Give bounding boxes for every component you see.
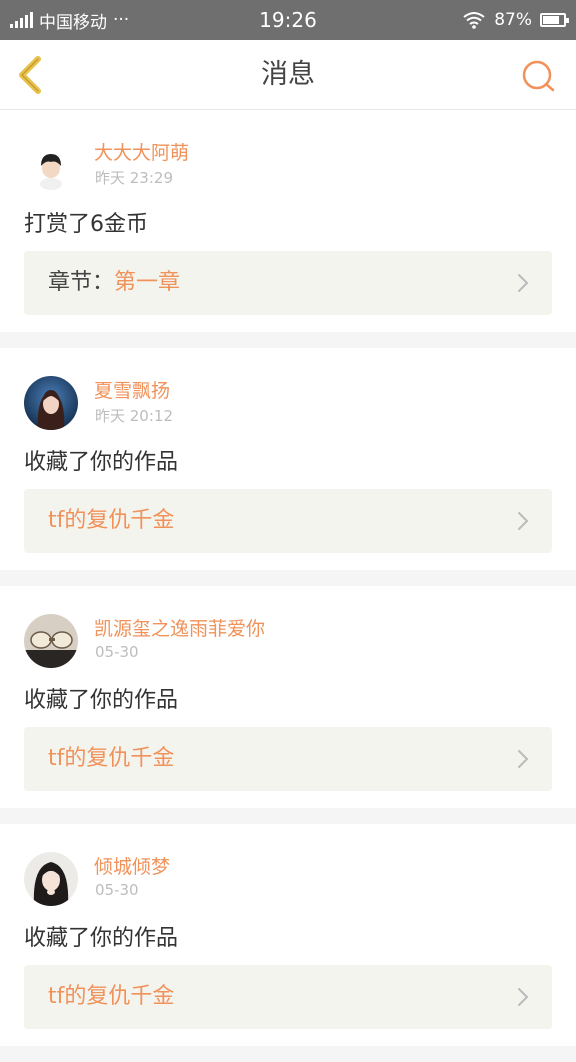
avatar[interactable] — [24, 614, 78, 668]
message-action: 收藏了你的作品 — [24, 450, 179, 475]
work-link[interactable]: tf的复仇千金 — [24, 965, 552, 1029]
message-time: 05-30 — [95, 881, 139, 899]
detail-text: 章节：第一章 — [48, 251, 180, 315]
message-time: 05-30 — [95, 643, 139, 661]
avatar[interactable] — [24, 376, 78, 430]
detail-text: tf的复仇千金 — [48, 727, 174, 791]
chevron-right-icon — [518, 988, 529, 1006]
detail-text: tf的复仇千金 — [48, 965, 174, 1029]
detail-link: tf的复仇千金 — [48, 508, 175, 533]
detail-link: tf的复仇千金 — [48, 984, 175, 1009]
username[interactable]: 凯源玺之逸雨菲爱你 — [94, 614, 265, 641]
message-action: 收藏了你的作品 — [24, 688, 179, 713]
message-time: 昨天 20:12 — [95, 407, 173, 425]
detail-text: tf的复仇千金 — [48, 489, 174, 553]
message-action: 收藏了你的作品 — [24, 926, 179, 951]
work-link[interactable]: tf的复仇千金 — [24, 489, 552, 553]
page-title: 消息 — [261, 59, 315, 90]
battery-icon — [540, 13, 569, 27]
message-card: 夏雪飘扬 昨天 20:12 收藏了你的作品 tf的复仇千金 — [0, 348, 576, 570]
status-bar: 中国移动 ··· 19:26 87% — [0, 0, 576, 40]
message-card: 大大大阿萌 昨天 23:29 打赏了6金币 章节：第一章 — [0, 110, 576, 332]
message-time: 昨天 23:29 — [95, 169, 173, 187]
chapter-link[interactable]: 章节：第一章 — [24, 251, 552, 315]
avatar[interactable] — [24, 852, 78, 906]
chevron-right-icon — [518, 750, 529, 768]
message-card: 倾城倾梦 05-30 收藏了你的作品 tf的复仇千金 — [0, 824, 576, 1046]
battery-fill — [543, 16, 560, 24]
username[interactable]: 夏雪飘扬 — [94, 376, 170, 403]
detail-label: 章节： — [48, 270, 115, 295]
wifi-icon — [463, 12, 485, 29]
battery-percent: 87% — [494, 10, 532, 30]
message-list: 大大大阿萌 昨天 23:29 打赏了6金币 章节：第一章 夏雪飘扬 昨天 20:… — [0, 110, 576, 1062]
chevron-right-icon — [518, 274, 529, 292]
work-link[interactable]: tf的复仇千金 — [24, 727, 552, 791]
detail-link: tf的复仇千金 — [48, 746, 175, 771]
search-icon[interactable] — [520, 58, 556, 94]
detail-link: 第一章 — [114, 270, 181, 295]
username[interactable]: 倾城倾梦 — [94, 852, 170, 879]
header: 消息 — [0, 40, 576, 110]
status-right: 87% — [462, 0, 569, 40]
message-action: 打赏了6金币 — [24, 212, 148, 237]
chevron-right-icon — [518, 512, 529, 530]
message-card: 凯源玺之逸雨菲爱你 05-30 收藏了你的作品 tf的复仇千金 — [0, 586, 576, 808]
username[interactable]: 大大大阿萌 — [94, 138, 189, 165]
avatar[interactable] — [24, 138, 78, 192]
